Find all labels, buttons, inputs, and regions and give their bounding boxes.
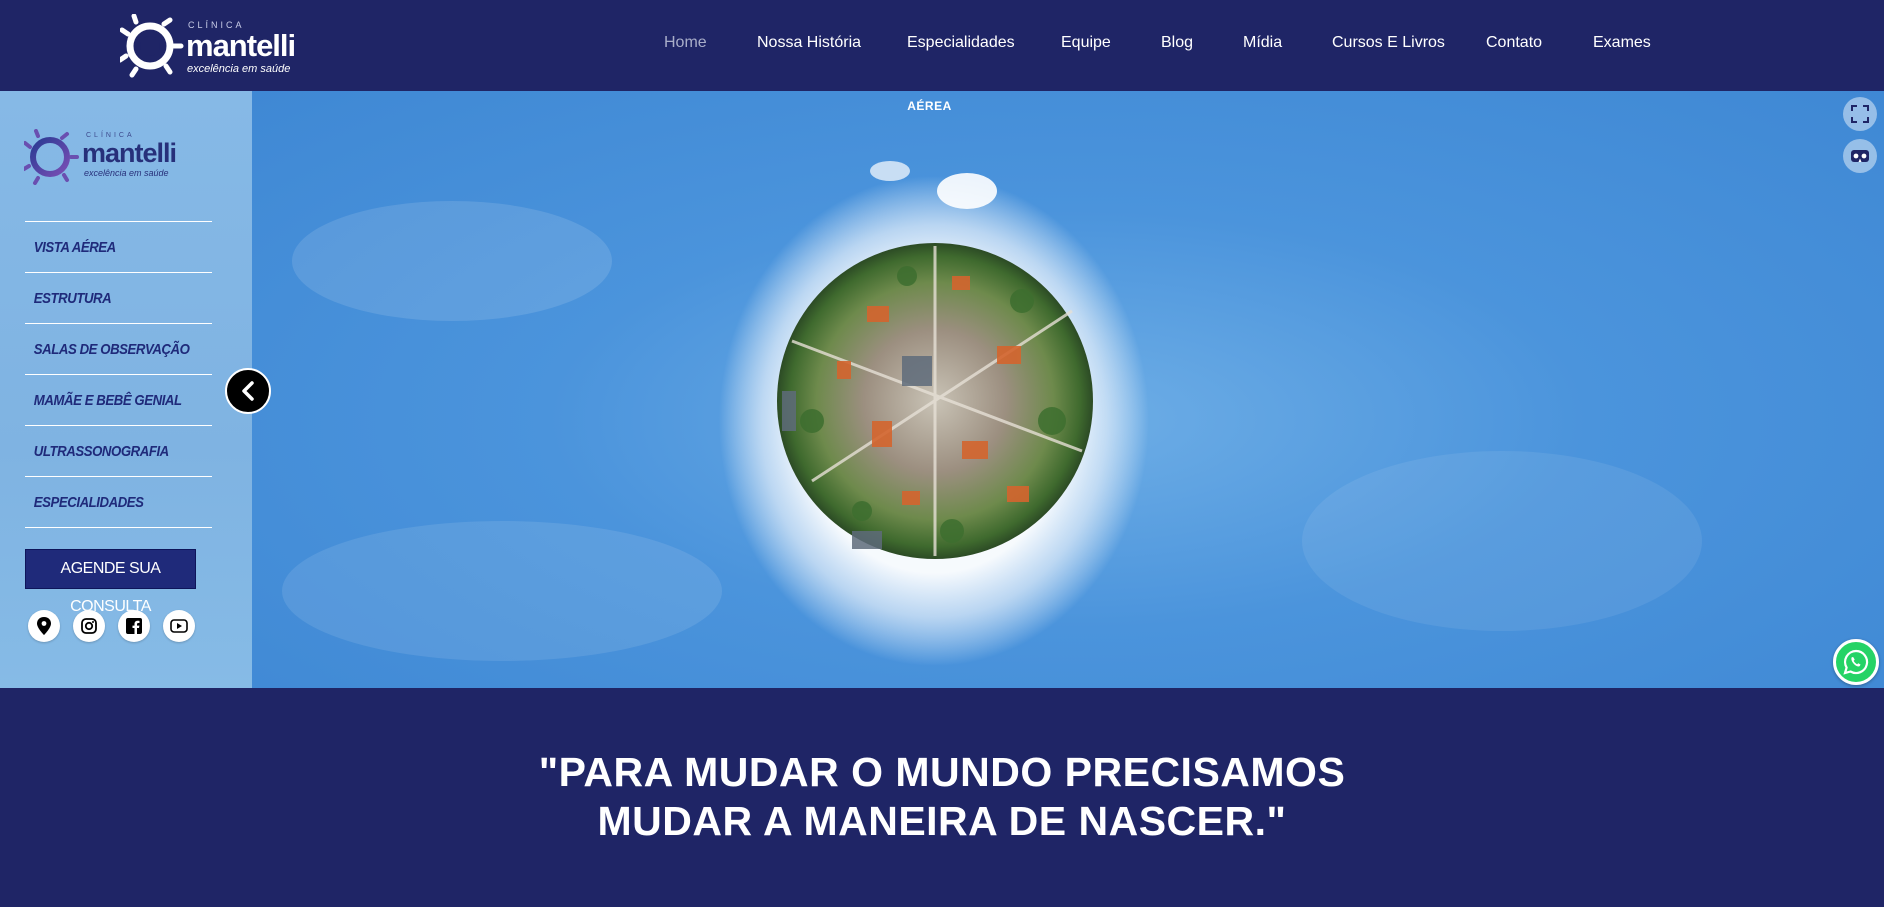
panorama-viewer[interactable]: AÉREA xyxy=(252,91,1884,688)
facebook-icon[interactable] xyxy=(118,610,150,642)
quote-section: "PARA MUDAR O MUNDO PRECISAMOS MUDAR A M… xyxy=(0,688,1884,907)
scene-label: AÉREA xyxy=(907,99,952,113)
map-pin-icon[interactable] xyxy=(28,610,60,642)
sidebar-logo-mark xyxy=(24,129,79,185)
nav-cursos-e-livros[interactable]: Cursos E Livros xyxy=(1332,34,1445,52)
nav-equipe[interactable]: Equipe xyxy=(1061,34,1111,52)
menu-item-salas-de-observacao[interactable]: SALAS DE OBSERVAÇÃO xyxy=(25,324,190,374)
fullscreen-icon[interactable] xyxy=(1843,97,1877,131)
tiny-planet-aerial-image xyxy=(282,161,1702,666)
nav-home[interactable]: Home xyxy=(664,34,707,52)
nav-midia[interactable]: Mídia xyxy=(1243,34,1282,52)
nav-exames[interactable]: Exames xyxy=(1593,34,1651,52)
whatsapp-button[interactable] xyxy=(1833,639,1879,685)
nav-blog[interactable]: Blog xyxy=(1161,34,1193,52)
quote-line-1: "PARA MUDAR O MUNDO PRECISAMOS xyxy=(538,749,1346,795)
social-links xyxy=(28,610,228,644)
nav-especialidades[interactable]: Especialidades xyxy=(907,34,1015,52)
sidebar-logo[interactable]: CLÍNICA mantelli excelência em saúde xyxy=(24,129,184,189)
menu-item-especialidades[interactable]: ESPECIALIDADES xyxy=(25,477,190,527)
mission-quote: "PARA MUDAR O MUNDO PRECISAMOS MUDAR A M… xyxy=(0,748,1884,846)
youtube-icon[interactable] xyxy=(163,610,195,642)
menu-divider xyxy=(25,527,212,528)
main-nav: Home Nossa História Especialidades Equip… xyxy=(0,0,1884,91)
sidebar-logo-name: mantelli xyxy=(82,138,177,168)
tour-sidebar: CLÍNICA mantelli excelência em saúde VIS… xyxy=(0,91,252,688)
vr-headset-icon[interactable] xyxy=(1843,139,1877,173)
nav-nossa-historia[interactable]: Nossa História xyxy=(757,34,861,52)
schedule-appointment-button[interactable]: AGENDE SUA CONSULTA xyxy=(25,549,196,615)
menu-item-vista-aerea[interactable]: VISTA AÉREA xyxy=(25,222,190,272)
menu-item-estrutura[interactable]: ESTRUTURA xyxy=(25,273,190,323)
previous-scene-button[interactable] xyxy=(225,368,271,414)
nav-contato[interactable]: Contato xyxy=(1486,34,1542,52)
menu-item-ultrassonografia[interactable]: ULTRASSONOGRAFIA xyxy=(25,426,190,476)
menu-item-mamae-e-bebe-genial[interactable]: MAMÃE E BEBÊ GENIAL xyxy=(25,375,190,425)
top-navigation-bar: CLÍNICA mantelli excelência em saúde Hom… xyxy=(0,0,1884,91)
whatsapp-icon xyxy=(1843,649,1869,675)
quote-line-2: MUDAR A MANEIRA DE NASCER." xyxy=(597,798,1287,844)
tour-menu: VISTA AÉREA ESTRUTURA SALAS DE OBSERVAÇÃ… xyxy=(25,221,212,528)
sidebar-logo-tagline: excelência em saúde xyxy=(84,168,169,178)
instagram-icon[interactable] xyxy=(73,610,105,642)
chevron-left-icon xyxy=(242,381,254,401)
